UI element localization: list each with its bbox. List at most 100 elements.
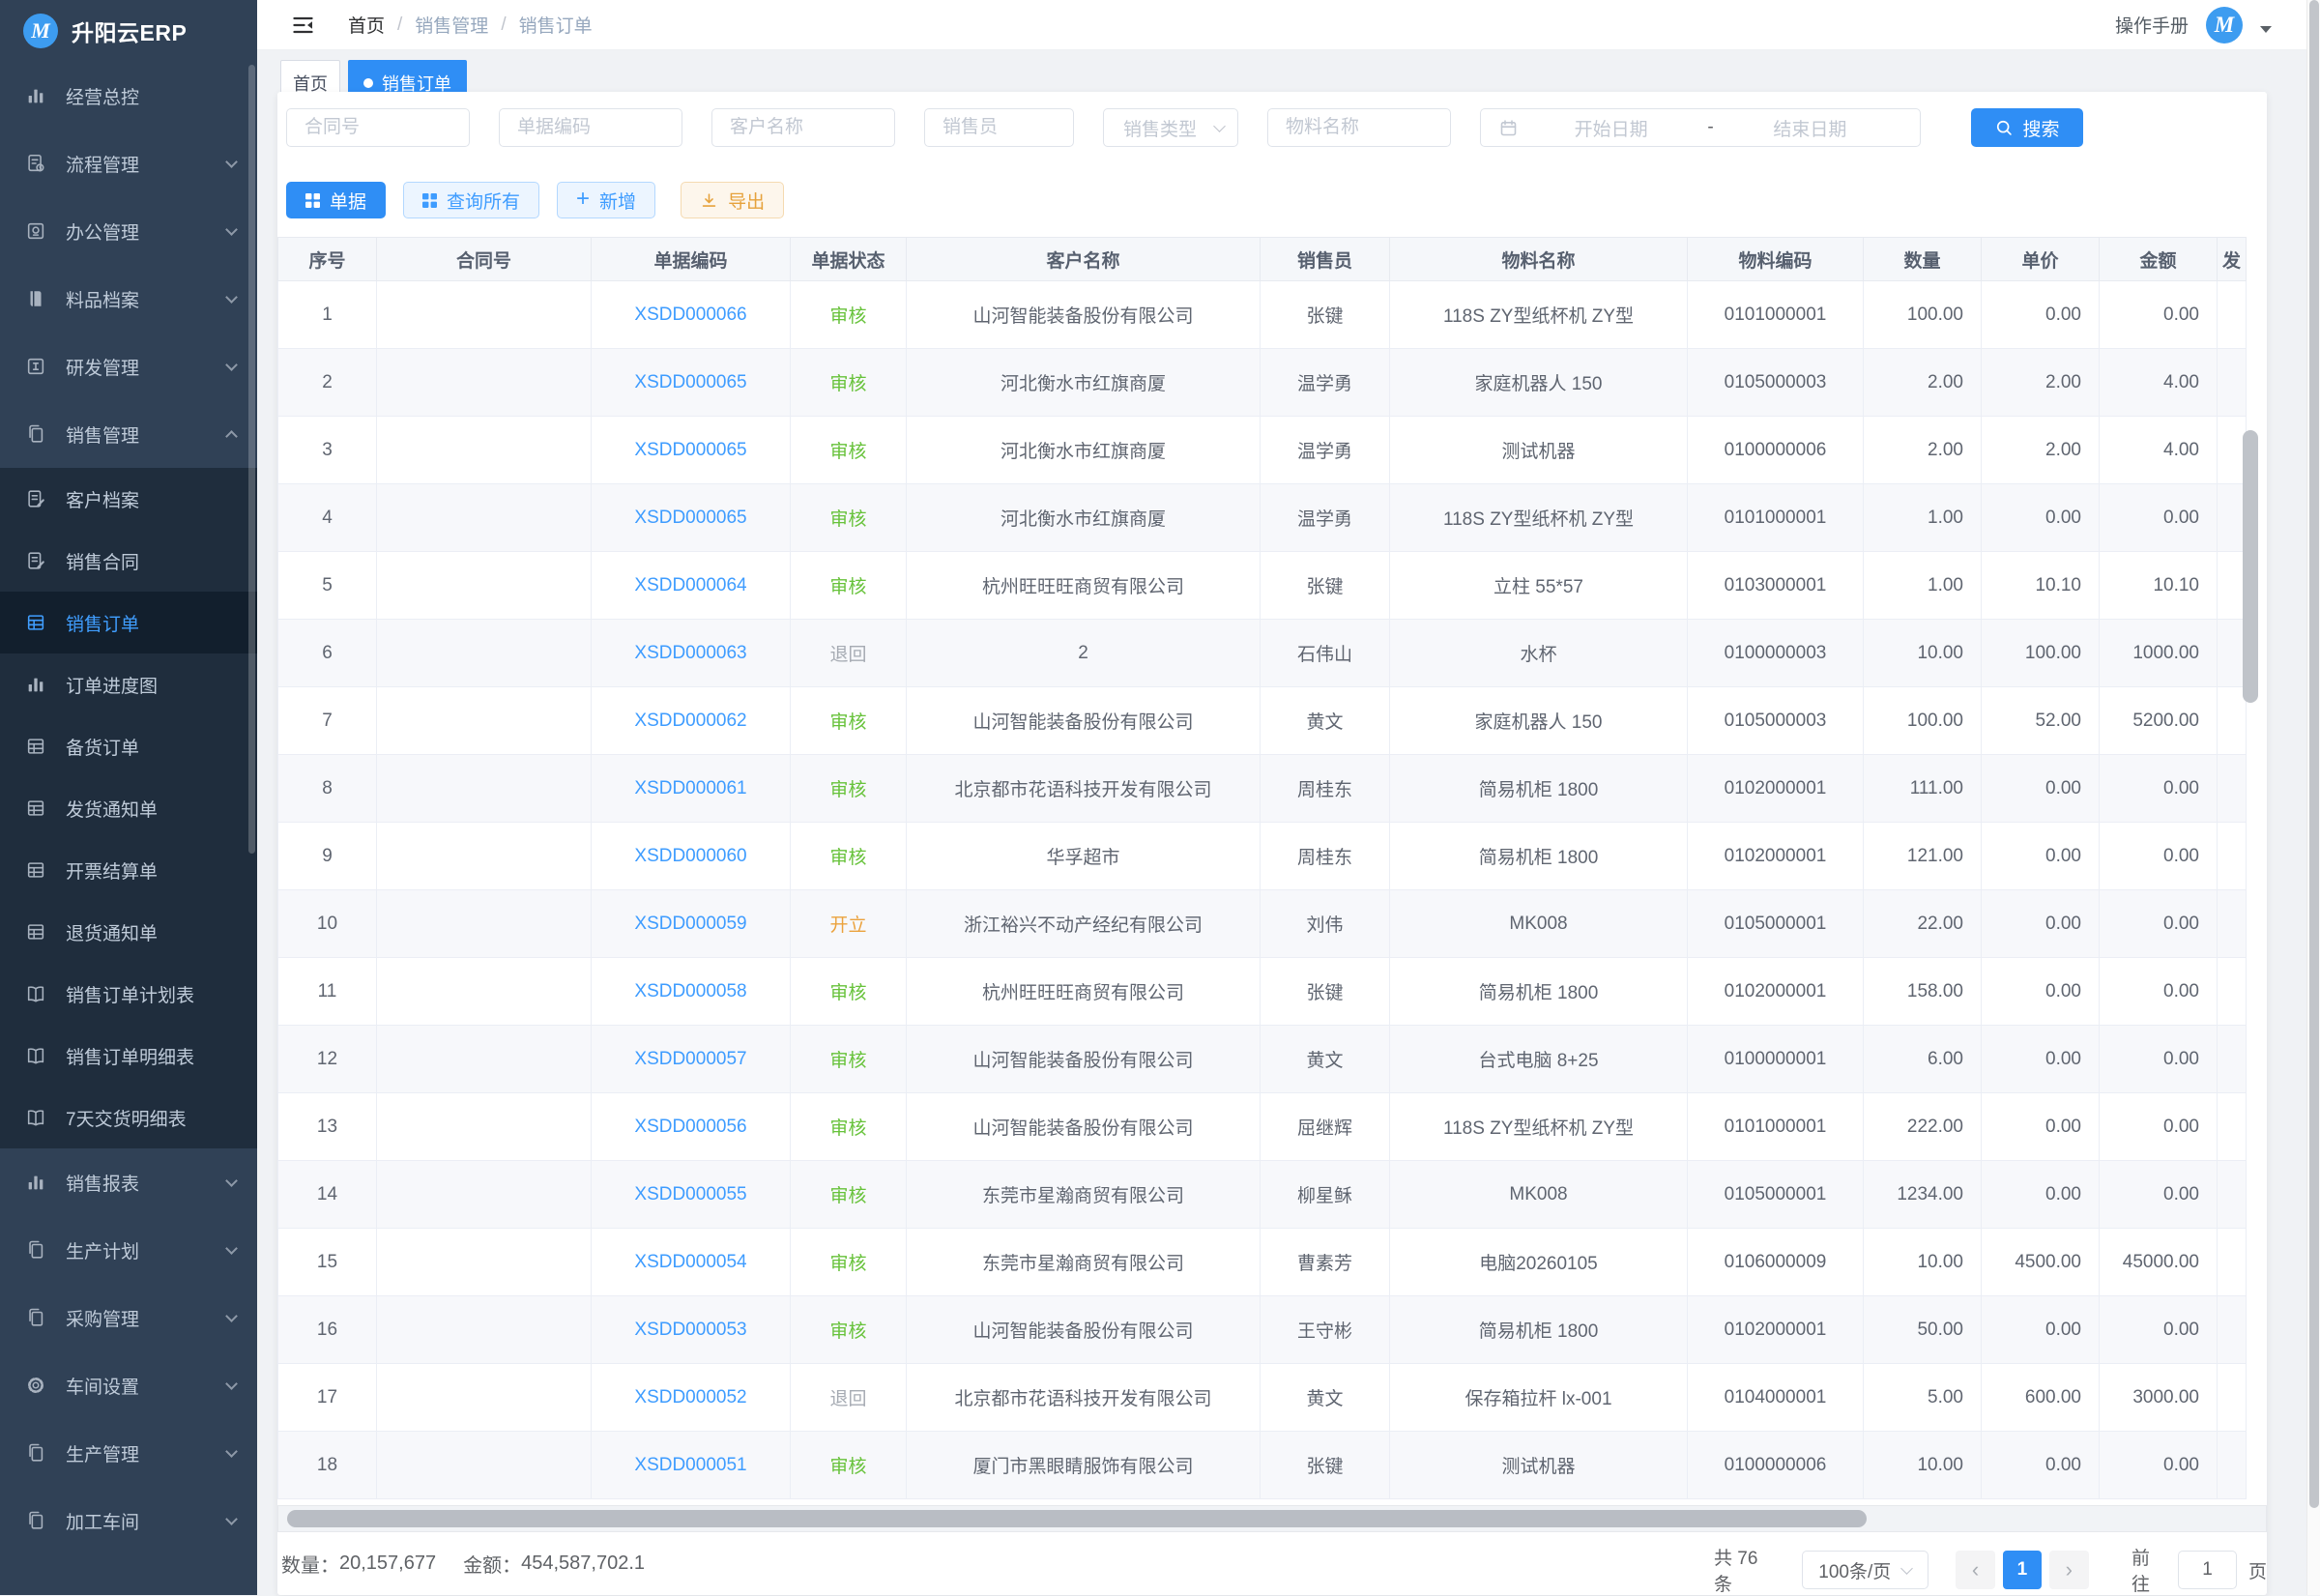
sidebar-item-process-mgmt[interactable]: 流程管理 <box>0 130 257 197</box>
sale-type-select[interactable]: 销售类型 <box>1103 108 1238 147</box>
sidebar-item-production-mgmt[interactable]: 生产管理 <box>0 1419 257 1487</box>
cell-order-code: XSDD000064 <box>592 552 791 620</box>
cell-seq: 10 <box>278 890 377 958</box>
avatar[interactable]: M <box>2206 7 2243 44</box>
cell-customer: 华孚超市 <box>907 823 1261 890</box>
sidebar-item-order-progress[interactable]: 订单进度图 <box>0 653 257 715</box>
sidebar-item-stock-order[interactable]: 备货订单 <box>0 715 257 777</box>
sidebar-item-purchase-mgmt[interactable]: 采购管理 <box>0 1284 257 1351</box>
salesman-input[interactable] <box>924 108 1074 147</box>
cell-qty: 6.00 <box>1864 1026 1982 1093</box>
cell-extra <box>2218 281 2247 349</box>
sidebar-item-production-plan[interactable]: 生产计划 <box>0 1216 257 1284</box>
sidebar-item-label: 客户档案 <box>66 486 139 512</box>
cell-salesman: 柳星稣 <box>1261 1161 1390 1229</box>
page-size-select[interactable]: 100条/页 <box>1802 1551 1928 1589</box>
next-page-button[interactable]: › <box>2049 1551 2089 1589</box>
book-icon <box>25 288 46 309</box>
manual-link[interactable]: 操作手册 <box>2115 12 2189 38</box>
sidebar-item-sales-order-plan[interactable]: 销售订单计划表 <box>0 963 257 1025</box>
sidebar-item-delivery-7day[interactable]: 7天交货明细表 <box>0 1087 257 1148</box>
order-code-link[interactable]: XSDD000065 <box>634 508 746 528</box>
cell-contract-no <box>377 1161 592 1229</box>
date-range-picker[interactable]: 开始日期 - 结束日期 <box>1480 108 1921 147</box>
sidebar-item-material-archive[interactable]: 料品档案 <box>0 265 257 333</box>
order-code-link[interactable]: XSDD000057 <box>634 1049 746 1069</box>
sidebar-item-sales-report[interactable]: 销售报表 <box>0 1148 257 1216</box>
order-code-link[interactable]: XSDD000061 <box>634 778 746 798</box>
sidebar-item-customer-archive[interactable]: 客户档案 <box>0 468 257 530</box>
order-code-link[interactable]: XSDD000055 <box>634 1184 746 1204</box>
sidebar-item-label: 销售订单明细表 <box>66 1043 194 1069</box>
cell-contract-no <box>377 281 592 349</box>
collapse-sidebar-icon[interactable] <box>290 14 316 37</box>
docs-button[interactable]: 单据 <box>286 182 386 218</box>
sidebar-item-rd-mgmt[interactable]: 研发管理 <box>0 333 257 400</box>
sidebar-item-label: 料品档案 <box>66 286 139 312</box>
goto-page: 前往 页 <box>2132 1544 2267 1596</box>
sidebar-item-label: 车间设置 <box>66 1373 139 1399</box>
customer-input[interactable] <box>711 108 895 147</box>
cell-price: 600.00 <box>1982 1364 2100 1432</box>
cell-order-code: XSDD000054 <box>592 1229 791 1296</box>
sidebar-item-office-mgmt[interactable]: 办公管理 <box>0 197 257 265</box>
order-code-link[interactable]: XSDD000053 <box>634 1320 746 1340</box>
order-code-link[interactable]: XSDD000062 <box>634 711 746 731</box>
cell-material-code: 0101000001 <box>1688 1093 1864 1161</box>
sidebar-item-workshop-settings[interactable]: 车间设置 <box>0 1351 257 1419</box>
doc-copy-icon <box>25 1307 46 1328</box>
sidebar-item-sales-contract[interactable]: 销售合同 <box>0 530 257 592</box>
cell-amount: 4.00 <box>2100 417 2218 484</box>
table-vertical-scrollbar-thumb[interactable] <box>2243 430 2258 703</box>
order-code-link[interactable]: XSDD000056 <box>634 1117 746 1137</box>
order-code-link[interactable]: XSDD000051 <box>634 1455 746 1475</box>
contract-no-input[interactable] <box>286 108 470 147</box>
query-all-button[interactable]: 查询所有 <box>403 182 539 218</box>
cell-price: 0.00 <box>1982 484 2100 552</box>
order-code-link[interactable]: XSDD000065 <box>634 372 746 392</box>
material-input[interactable] <box>1267 108 1451 147</box>
export-button[interactable]: 导出 <box>681 182 784 218</box>
order-code-input[interactable] <box>499 108 682 147</box>
sidebar-item-business-overview[interactable]: 经营总控 <box>0 62 257 130</box>
goto-page-input[interactable] <box>2178 1551 2237 1589</box>
order-code-link[interactable]: XSDD000066 <box>634 305 746 325</box>
caret-down-icon[interactable] <box>2260 26 2272 33</box>
sidebar-item-shipping-notice[interactable]: 发货通知单 <box>0 777 257 839</box>
cell-salesman: 刘伟 <box>1261 890 1390 958</box>
sidebar-item-label: 办公管理 <box>66 218 139 245</box>
cell-order-code: XSDD000065 <box>592 349 791 417</box>
order-code-link[interactable]: XSDD000059 <box>634 914 746 934</box>
breadcrumb-home[interactable]: 首页 <box>348 12 385 38</box>
order-code-link[interactable]: XSDD000052 <box>634 1387 746 1407</box>
table-horizontal-scrollbar-thumb[interactable] <box>287 1510 1867 1527</box>
page-scrollbar-thumb[interactable] <box>2309 0 2319 1508</box>
sidebar-scrollbar-thumb[interactable] <box>248 65 255 854</box>
sidebar-item-return-notice[interactable]: 退货通知单 <box>0 901 257 963</box>
order-code-link[interactable]: XSDD000064 <box>634 575 746 595</box>
order-code-link[interactable]: XSDD000054 <box>634 1252 746 1272</box>
cell-order-code: XSDD000057 <box>592 1026 791 1093</box>
page-number-1[interactable]: 1 <box>2003 1551 2041 1589</box>
search-button[interactable]: 搜索 <box>1971 108 2083 147</box>
cell-customer: 山河智能装备股份有限公司 <box>907 281 1261 349</box>
sidebar-item-sales-order[interactable]: 销售订单 <box>0 592 257 653</box>
sidebar-item-processing-workshop[interactable]: 加工车间 <box>0 1487 257 1554</box>
sidebar-item-invoice-settlement[interactable]: 开票结算单 <box>0 839 257 901</box>
plus-icon: + <box>576 188 590 211</box>
qty-total-value: 20,157,677 <box>339 1552 436 1575</box>
cell-price: 0.00 <box>1982 958 2100 1026</box>
sidebar-item-sales-mgmt[interactable]: 销售管理 <box>0 400 257 468</box>
order-code-link[interactable]: XSDD000060 <box>634 846 746 866</box>
prev-page-button[interactable]: ‹ <box>1956 1551 1995 1589</box>
order-code-link[interactable]: XSDD000063 <box>634 643 746 663</box>
order-code-link[interactable]: XSDD000065 <box>634 440 746 460</box>
cell-extra <box>2218 484 2247 552</box>
cell-status: 审核 <box>791 1093 907 1161</box>
breadcrumb-sales-mgmt[interactable]: 销售管理 <box>415 12 488 38</box>
sidebar-item-sales-order-detail[interactable]: 销售订单明细表 <box>0 1025 257 1087</box>
breadcrumb: 首页 / 销售管理 / 销售订单 <box>348 12 593 38</box>
cell-order-code: XSDD000059 <box>592 890 791 958</box>
add-button[interactable]: + 新增 <box>557 182 655 218</box>
order-code-link[interactable]: XSDD000058 <box>634 981 746 1001</box>
